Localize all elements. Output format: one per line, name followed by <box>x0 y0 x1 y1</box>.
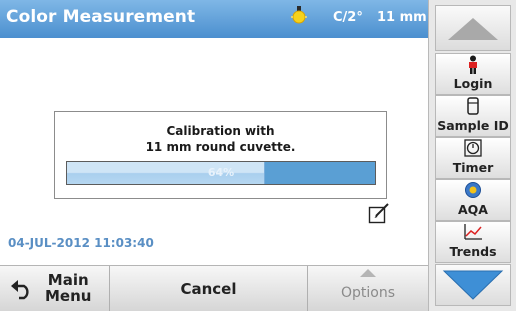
login-label: Login <box>453 76 493 91</box>
calibration-message-line1: Calibration with <box>166 124 275 138</box>
options-up-arrow-icon <box>360 269 376 277</box>
aqa-label: AQA <box>458 202 488 217</box>
back-arrow-icon <box>11 280 29 300</box>
calibration-message-line2: 11 mm round cuvette. <box>145 140 296 154</box>
main-menu-label: Main Menu <box>45 272 91 304</box>
trends-label: Trends <box>449 244 497 259</box>
progress-bar: 64% <box>66 161 376 185</box>
date-time: 04-JUL-2012 11:03:40 <box>8 236 154 250</box>
trends-icon <box>464 224 482 240</box>
cancel-button[interactable]: Cancel <box>110 266 308 311</box>
sample-id-label: Sample ID <box>437 118 509 133</box>
bottom-toolbar: Main Menu Cancel Options <box>0 265 428 311</box>
options-label: Options <box>340 285 396 301</box>
side-panel: Login Sample ID Timer AQA Trends <box>428 0 516 311</box>
sample-id-icon <box>467 97 479 115</box>
cancel-label: Cancel <box>180 280 237 298</box>
aqa-icon <box>465 182 481 198</box>
main-menu-button[interactable]: Main Menu <box>0 266 110 311</box>
progress-percent: 64% <box>207 166 235 179</box>
arrow-up-icon <box>448 18 498 40</box>
app-title: Color Measurement <box>6 7 196 27</box>
lamp-icon <box>291 6 307 24</box>
trends-button[interactable]: Trends <box>435 221 511 263</box>
arrow-down-icon <box>442 270 504 300</box>
edit-pencil-icon[interactable] <box>368 202 390 224</box>
calibration-dialog: Calibration with 11 mm round cuvette. 64… <box>54 111 387 199</box>
temperature-indicator: C/2° <box>333 10 363 25</box>
timer-button[interactable]: Timer <box>435 137 511 179</box>
title-bar: Color Measurement C/2° 11 mm o <box>0 0 440 38</box>
login-button[interactable]: Login <box>435 53 511 95</box>
main-menu-label-line2: Menu <box>45 287 92 305</box>
scroll-down-button[interactable] <box>435 264 511 306</box>
aqa-button[interactable]: AQA <box>435 179 511 221</box>
login-person-icon <box>469 55 477 74</box>
timer-icon <box>464 139 482 157</box>
timer-label: Timer <box>452 160 494 175</box>
options-button[interactable]: Options <box>308 266 428 311</box>
sample-id-button[interactable]: Sample ID <box>435 95 511 137</box>
scroll-up-button[interactable] <box>435 5 511 51</box>
